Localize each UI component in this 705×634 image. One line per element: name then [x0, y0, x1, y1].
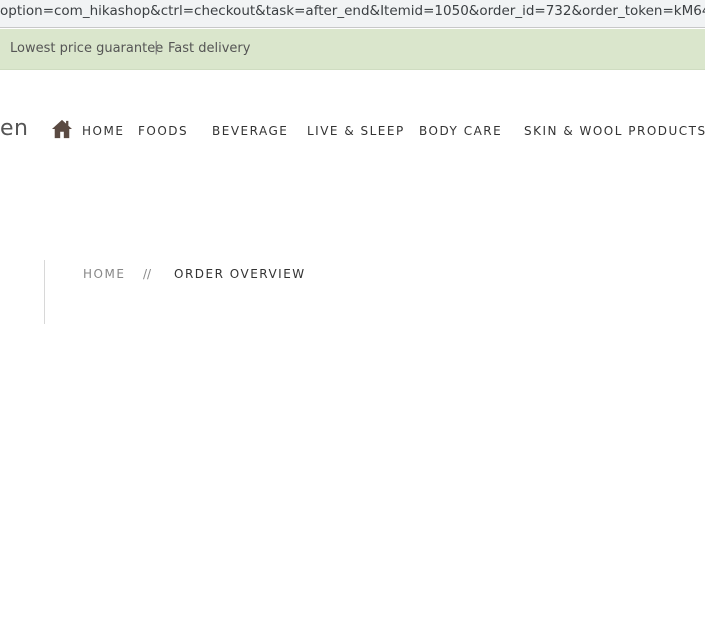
promo-fast-delivery: Fast delivery — [168, 41, 251, 56]
promo-lowest-price: Lowest price guarantee — [10, 41, 164, 56]
address-bar[interactable]: option=com_hikashop&ctrl=checkout&task=a… — [0, 0, 705, 28]
promo-bar: Lowest price guarantee | Fast delivery — [0, 29, 705, 70]
site-logo[interactable]: en — [0, 116, 28, 141]
breadcrumb-home[interactable]: HOME — [83, 267, 125, 281]
breadcrumb-separator: // — [143, 267, 152, 281]
nav-item-body-care[interactable]: BODY CARE — [419, 124, 502, 138]
breadcrumb-divider — [44, 260, 45, 324]
nav-item-foods[interactable]: FOODS — [138, 124, 188, 138]
nav-item-live-sleep[interactable]: LIVE & SLEEP — [307, 124, 405, 138]
home-icon[interactable] — [51, 119, 73, 139]
promo-separator: | — [154, 40, 159, 55]
nav-item-skin-wool-products[interactable]: SKIN & WOOL PRODUCTS — [524, 124, 705, 138]
nav-item-home[interactable]: HOME — [82, 124, 124, 138]
nav-item-beverage[interactable]: BEVERAGE — [212, 124, 288, 138]
breadcrumb-current: ORDER OVERVIEW — [174, 267, 306, 281]
url-text[interactable]: option=com_hikashop&ctrl=checkout&task=a… — [0, 3, 705, 19]
